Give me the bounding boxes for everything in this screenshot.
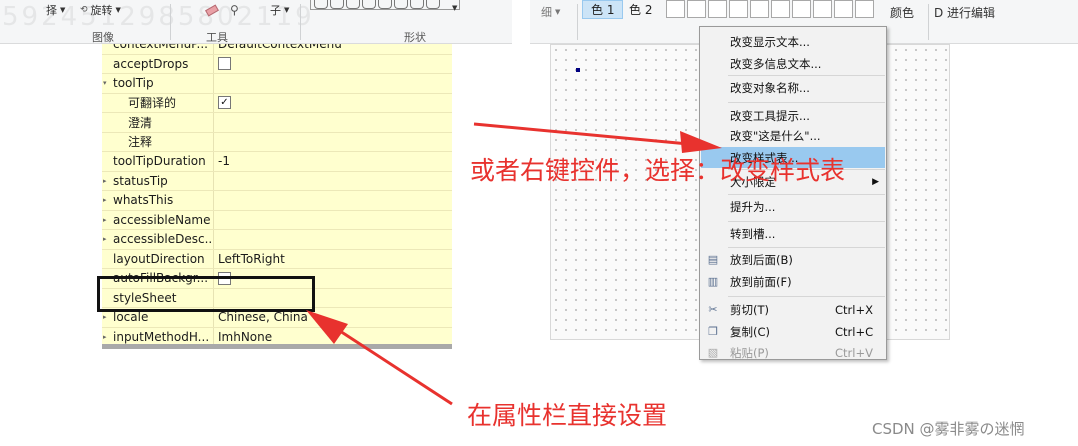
arrow-to-property-head: [306, 310, 348, 344]
annotation-arrows: [306, 122, 722, 406]
arrow-to-menu-head: [680, 131, 722, 153]
credit-watermark: CSDN @雾非雾の迷惘: [872, 420, 1025, 438]
right-click-annotation: 或者右键控件，选择：改变样式表: [470, 156, 846, 185]
property-annotation: 在属性栏直接设置: [467, 401, 668, 430]
arrow-to-menu-line: [473, 122, 711, 148]
